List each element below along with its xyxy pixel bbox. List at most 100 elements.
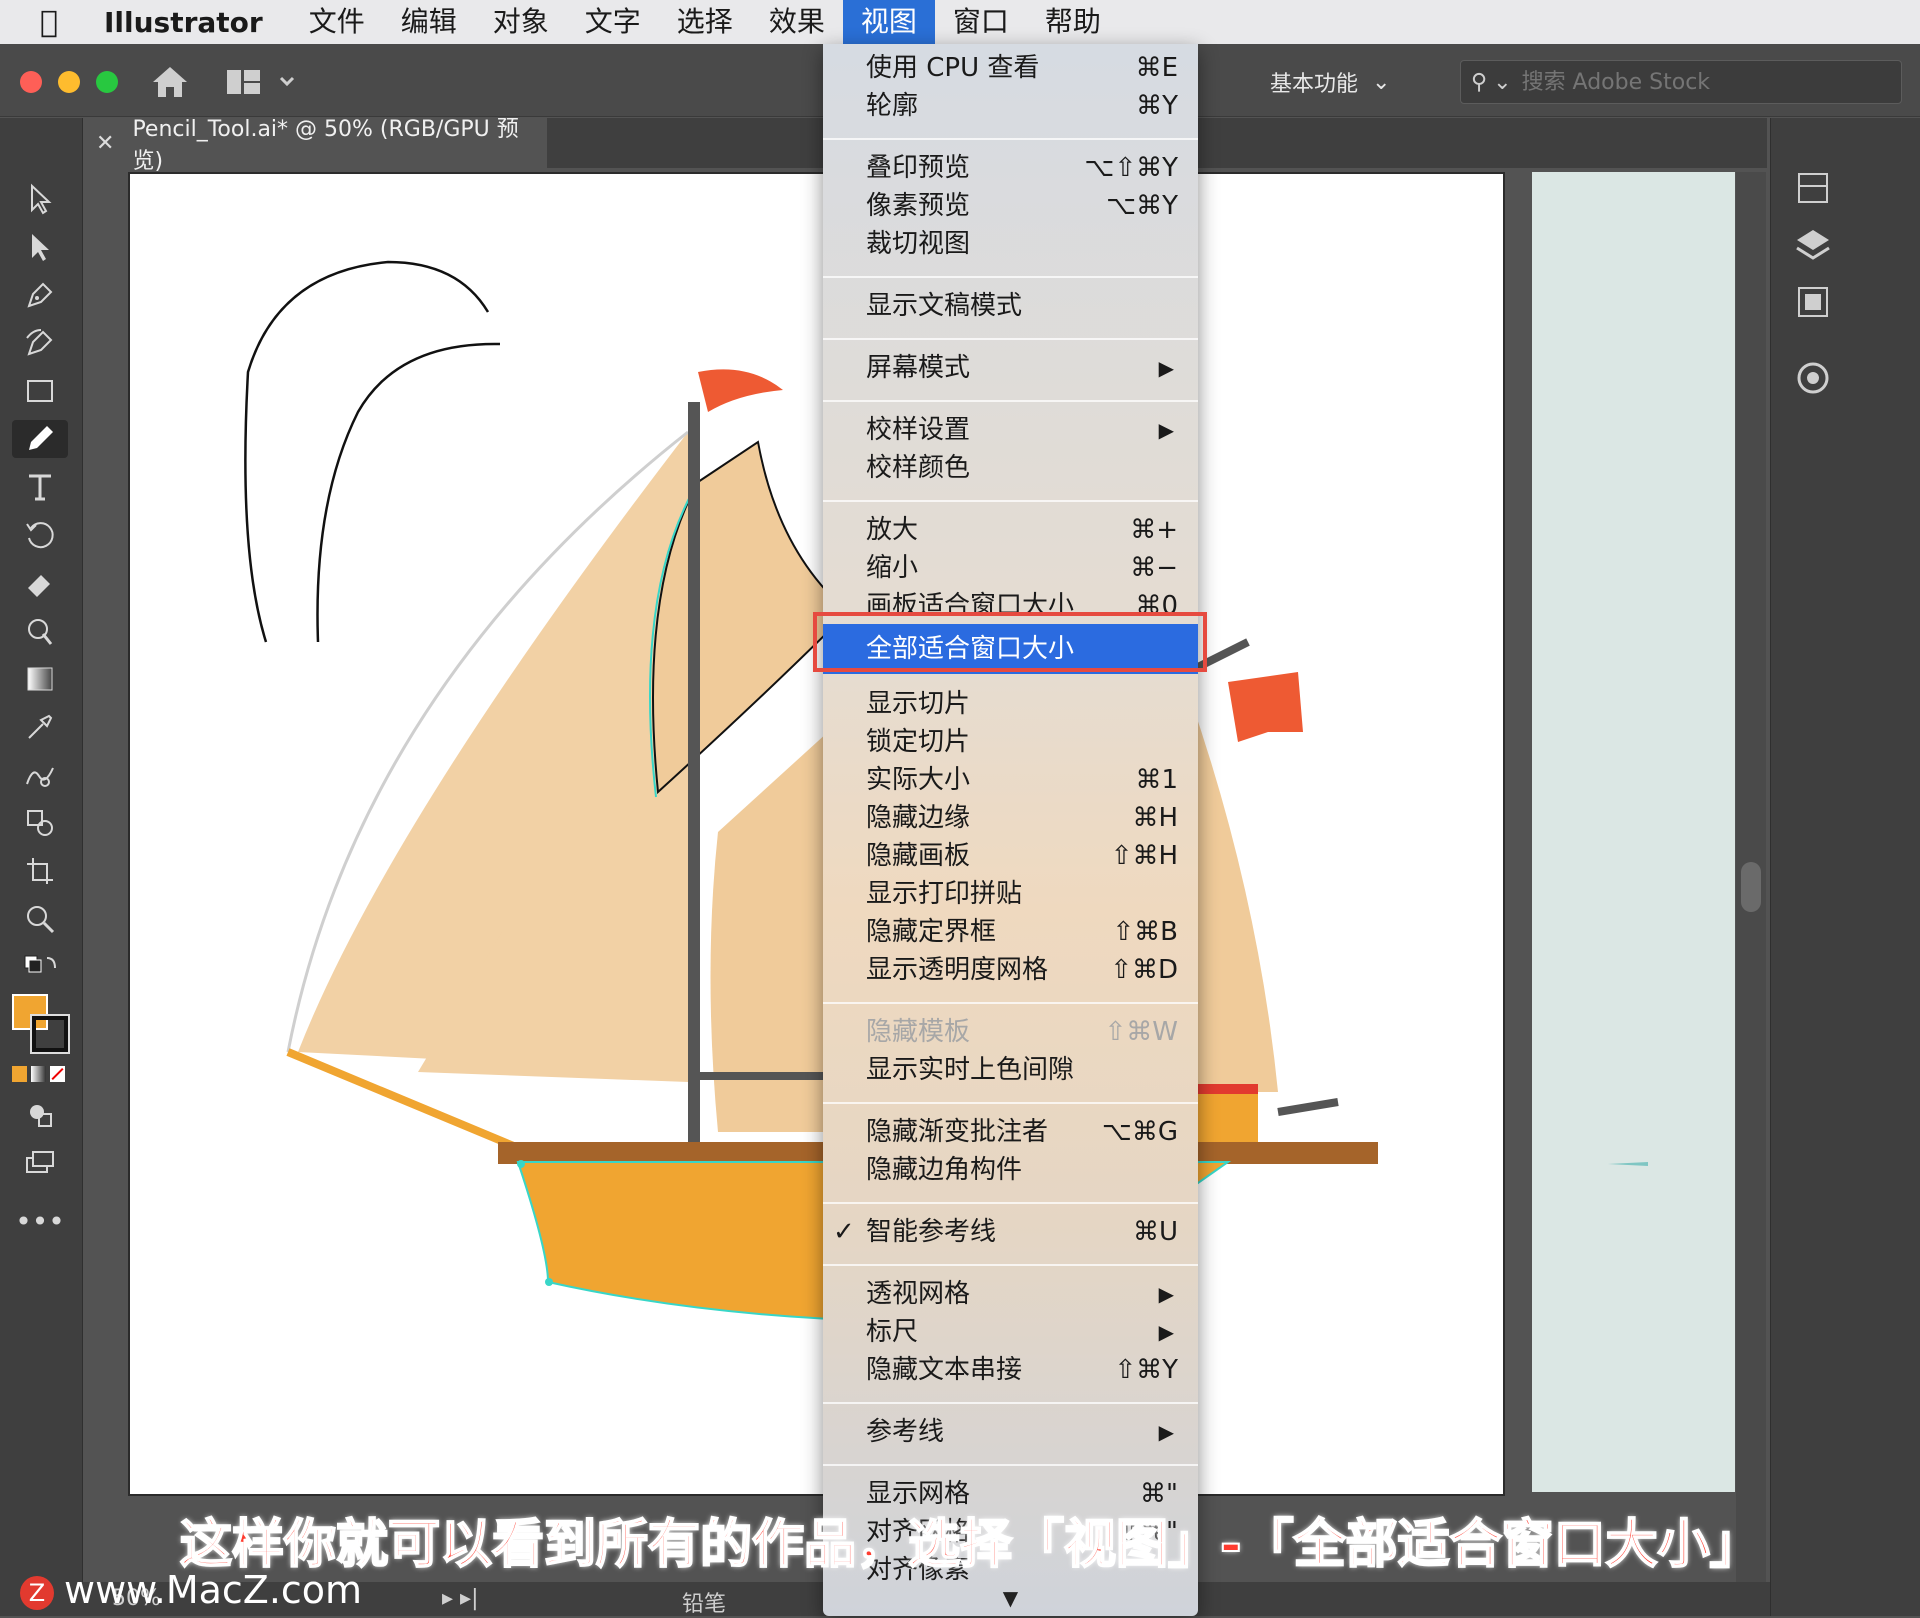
menu-item-hide-artboards[interactable]: 隐藏画板 ⇧⌘H — [823, 838, 1198, 874]
right-panel-dock — [1770, 118, 1920, 1616]
home-icon[interactable] — [150, 64, 190, 100]
scrollbar-thumb[interactable] — [1741, 862, 1761, 912]
direct-selection-tool-icon[interactable] — [18, 228, 62, 266]
menu-item-hide-template: 隐藏模板 ⇧⌘W — [866, 1017, 1178, 1047]
minimize-window-button[interactable] — [58, 71, 80, 93]
app-menu[interactable]: Illustrator — [104, 6, 263, 39]
menu-item-pixel-preview[interactable]: 像素预览 ⌥⌘Y — [823, 188, 1198, 224]
rectangle-tool-icon[interactable] — [18, 372, 62, 410]
menu-separator — [823, 338, 1198, 340]
vertical-scrollbar[interactable] — [1736, 172, 1766, 1582]
menu-separator — [823, 1464, 1198, 1466]
apple-menu-icon[interactable]:  — [40, 5, 84, 40]
submenu-arrow-icon: ▶ — [1158, 1282, 1174, 1306]
macos-menubar:  Illustrator 文件 编辑 对象 文字 选择 效果 视图 窗口 帮助 — [0, 0, 1920, 44]
menu-item-show-transparency-grid[interactable]: 显示透明度网格 ⇧⌘D — [823, 952, 1198, 988]
zoom-window-button[interactable] — [96, 71, 118, 93]
menu-effect[interactable]: 效果 — [751, 0, 843, 44]
eyedropper-tool-icon[interactable] — [18, 708, 62, 746]
menu-separator — [823, 276, 1198, 278]
close-window-button[interactable] — [20, 71, 42, 93]
view-menu-dropdown: 使用 CPU 查看 ⌘E 轮廓 ⌘Y 叠印预览 ⌥⇧⌘Y 像素预览 ⌥⌘Y 裁切视图 显… — [823, 44, 1198, 1616]
mast — [688, 402, 700, 1202]
arrange-documents-icon[interactable] — [225, 66, 295, 98]
tools-panel: ••• — [0, 118, 83, 1616]
menu-item-lock-slices[interactable]: 锁定切片 — [823, 724, 1198, 760]
artboard-tool-icon[interactable] — [18, 852, 62, 890]
menu-help[interactable]: 帮助 — [1027, 0, 1119, 44]
menu-item-hide-bounding-box[interactable]: 隐藏定界框 ⇧⌘B — [823, 914, 1198, 950]
chevron-down-icon: ⌄ — [1372, 69, 1391, 95]
zoom-tool-icon[interactable] — [18, 900, 62, 938]
menu-item-outline[interactable]: 轮廓 ⌘Y — [823, 88, 1198, 124]
menu-item-proof-colors[interactable]: 校样颜色 — [823, 450, 1198, 486]
menu-item-proof-setup[interactable]: 校样设置 ▶ — [823, 412, 1198, 448]
screen-mode-icon[interactable] — [18, 1144, 62, 1182]
menu-item-rulers[interactable]: 标尺 ▶ — [823, 1314, 1198, 1350]
close-tab-icon[interactable]: ✕ — [96, 131, 114, 156]
puppet-warp-tool-icon[interactable] — [18, 612, 62, 650]
workspace-switcher[interactable]: 基本功能 ⌄ — [1270, 62, 1390, 102]
menu-item-cpu-view[interactable]: 使用 CPU 查看 ⌘E — [823, 50, 1198, 86]
menu-item-zoom-in[interactable]: 放大 ⌘+ — [823, 512, 1198, 548]
menu-item-hide-gradient-annotator[interactable]: 隐藏渐变批注者 ⌥⌘G — [823, 1114, 1198, 1150]
artboard-nav-icon[interactable]: ▸ ▸| — [442, 1586, 479, 1611]
eraser-tool-icon[interactable] — [18, 564, 62, 602]
menu-scroll-down-icon[interactable]: ▼ — [823, 1586, 1198, 1610]
stroke-color-swatch[interactable] — [30, 1014, 70, 1054]
menu-object[interactable]: 对象 — [475, 0, 567, 44]
layers-panel-icon[interactable] — [1791, 224, 1835, 268]
rotate-tool-icon[interactable] — [18, 516, 62, 554]
menu-item-smart-guides[interactable]: ✓ 智能参考线 ⌘U — [823, 1214, 1198, 1250]
blend-tool-icon[interactable] — [18, 756, 62, 794]
submenu-arrow-icon: ▶ — [1158, 1420, 1174, 1444]
menu-item-overprint-preview[interactable]: 叠印预览 ⌥⇧⌘Y — [823, 150, 1198, 186]
properties-panel-icon[interactable] — [1791, 166, 1835, 210]
document-tab[interactable]: ✕ Pencil_Tool.ai* @ 50% (RGB/GPU 预览) — [82, 117, 547, 174]
menu-item-hide-text-threads[interactable]: 隐藏文本串接 ⇧⌘Y — [823, 1352, 1198, 1388]
menu-edit[interactable]: 编辑 — [383, 0, 475, 44]
gradient-tool-icon[interactable] — [18, 660, 62, 698]
menu-item-trim-view[interactable]: 裁切视图 — [823, 226, 1198, 262]
menu-item-show-live-paint-gaps[interactable]: 显示实时上色间隙 — [823, 1052, 1198, 1088]
color-mode-buttons[interactable] — [12, 1066, 66, 1082]
adobe-stock-search[interactable]: ⚲ ⌄ — [1460, 60, 1902, 104]
submenu-arrow-icon: ▶ — [1158, 356, 1174, 380]
submenu-arrow-icon: ▶ — [1158, 418, 1174, 442]
swap-fill-stroke-icon[interactable] — [18, 950, 62, 988]
checkmark-icon: ✓ — [833, 1217, 855, 1247]
menu-item-zoom-out[interactable]: 缩小 ⌘− — [823, 550, 1198, 586]
aft-boom — [1277, 1098, 1339, 1116]
selection-tool-icon[interactable] — [18, 180, 62, 218]
shape-builder-tool-icon[interactable] — [18, 804, 62, 842]
menu-window[interactable]: 窗口 — [935, 0, 1027, 44]
menu-item-presentation-mode[interactable]: 显示文稿模式 — [823, 288, 1198, 324]
pencil-tool-icon[interactable] — [12, 420, 68, 458]
menu-item-guides[interactable]: 参考线 ▶ — [823, 1414, 1198, 1450]
menu-type[interactable]: 文字 — [567, 0, 659, 44]
menu-separator — [823, 500, 1198, 502]
sail-aft — [1188, 692, 1278, 1092]
menu-item-actual-size[interactable]: 实际大小 ⌘1 — [823, 762, 1198, 798]
menu-item-show-slices[interactable]: 显示切片 — [823, 686, 1198, 722]
menu-select[interactable]: 选择 — [659, 0, 751, 44]
tutorial-caption: 这样你就可以看到所有的作品，选择「视图」-「全部适合窗口大小」 — [179, 1514, 1763, 1576]
type-tool-icon[interactable] — [18, 468, 62, 506]
pen-tool-icon[interactable] — [18, 276, 62, 314]
watermark-text: www.MacZ.com — [64, 1568, 363, 1612]
libraries-panel-icon[interactable] — [1791, 280, 1835, 324]
menu-view[interactable]: 视图 — [842, 0, 935, 44]
menu-item-screen-mode[interactable]: 屏幕模式 ▶ — [823, 350, 1198, 386]
color-guide-icon[interactable] — [1791, 356, 1835, 400]
more-tools-icon[interactable]: ••• — [15, 1202, 65, 1240]
menu-separator — [823, 138, 1198, 140]
draw-mode-icon[interactable] — [18, 1096, 62, 1134]
menu-item-hide-edges[interactable]: 隐藏边缘 ⌘H — [823, 800, 1198, 836]
menu-item-perspective-grid[interactable]: 透视网格 ▶ — [823, 1276, 1198, 1312]
menu-separator — [823, 400, 1198, 402]
menu-file[interactable]: 文件 — [291, 0, 383, 44]
curvature-tool-icon[interactable] — [18, 324, 62, 362]
menu-item-show-print-tiling[interactable]: 显示打印拼贴 — [823, 876, 1198, 912]
menu-item-hide-corner-widget[interactable]: 隐藏边角构件 — [823, 1152, 1198, 1188]
stock-search-input[interactable] — [1519, 68, 1824, 96]
